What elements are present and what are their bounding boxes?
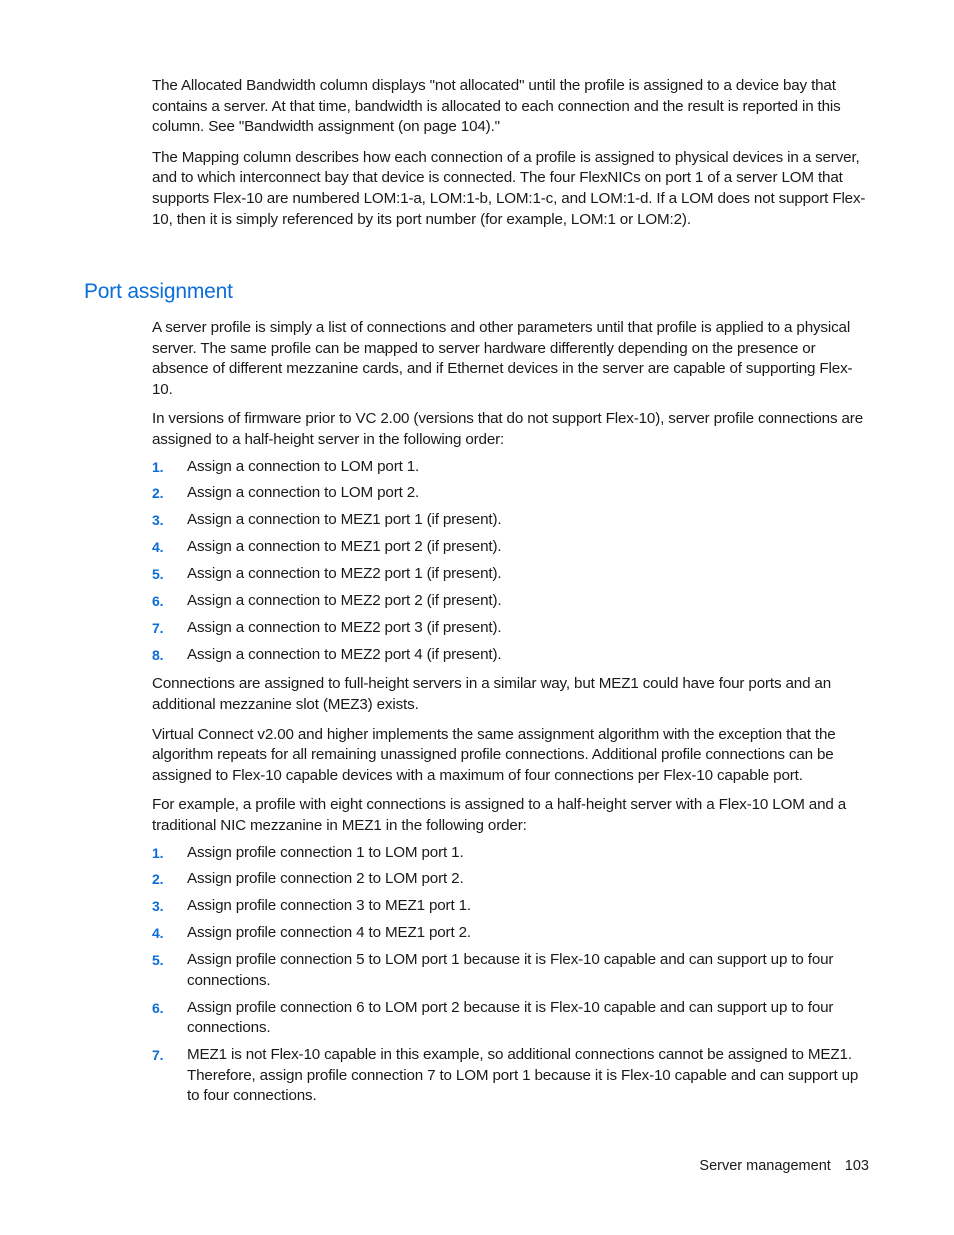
section-body: A server profile is simply a list of con… (152, 318, 870, 1107)
list-number: 3. (152, 898, 164, 915)
list-text: Assign profile connection 2 to LOM port … (187, 870, 464, 888)
list-item: 3. Assign a connection to MEZ1 port 1 (if… (152, 510, 870, 531)
list-text: Assign profile connection 5 to LOM port … (187, 951, 834, 989)
list-item: 3. Assign profile connection 3 to MEZ1 po… (152, 896, 870, 917)
list-number: 6. (152, 999, 164, 1016)
paragraph-vc-v2: Virtual Connect v2.00 and higher impleme… (152, 725, 836, 784)
list-item: 2. Assign profile connection 2 to LOM por… (152, 869, 870, 890)
list-number: 1. (152, 458, 164, 475)
legacy-order-list: 1. Assign a connection to LOM port 1. 2. A… (152, 457, 870, 666)
list-text: Assign a connection to MEZ1 port 2 (if p… (187, 538, 502, 556)
list-item: 1. Assign profile connection 1 to LOM por… (152, 843, 870, 864)
list-item: 5. Assign profile connection 5 to LOM por… (152, 950, 870, 991)
list-number: 2. (152, 485, 164, 502)
list-number: 7. (152, 1047, 164, 1064)
list-number: 1. (152, 844, 164, 861)
list-number: 5. (152, 952, 164, 969)
document-page: The Allocated Bandwidth column displays … (0, 0, 954, 1235)
list-number: 6. (152, 593, 164, 610)
list-number: 8. (152, 646, 164, 663)
list-item: 7. Assign a connection to MEZ2 port 3 (if… (152, 618, 870, 639)
paragraph-example: For example, a profile with eight connec… (152, 796, 847, 834)
list-text: Assign a connection to MEZ2 port 3 (if p… (187, 618, 502, 636)
list-item: 5. Assign a connection to MEZ2 port 1 (if… (152, 564, 870, 585)
flex10-order-list: 1. Assign profile connection 1 to LOM por… (152, 843, 870, 1107)
intro-paragraph-mapping: The Mapping column describes how each co… (152, 148, 866, 228)
list-number: 4. (152, 925, 164, 942)
list-number: 3. (152, 512, 164, 529)
section-title: Port assignment (84, 280, 233, 303)
page-number: 103 (844, 1158, 869, 1174)
list-text: Assign a connection to LOM port 2. (187, 484, 420, 502)
list-text: Assign a connection to MEZ2 port 2 (if p… (187, 592, 502, 610)
page-footer: Server management 103 (699, 1158, 869, 1174)
list-item: 7. MEZ1 is not Flex-10 capable in this ex… (152, 1045, 870, 1107)
list-item: 4. Assign a connection to MEZ1 port 2 (if… (152, 537, 870, 558)
list-item: 6. Assign a connection to MEZ2 port 2 (if… (152, 591, 870, 612)
list-item: 2. Assign a connection to LOM port 2. (152, 483, 870, 504)
paragraph-firmware-order: In versions of firmware prior to VC 2.00… (152, 410, 863, 448)
footer-chapter: Server management (699, 1158, 831, 1174)
list-text: Assign a connection to MEZ1 port 1 (if p… (187, 511, 502, 529)
intro-block: The Allocated Bandwidth column displays … (152, 76, 870, 230)
list-item: 4. Assign profile connection 4 to MEZ1 po… (152, 923, 870, 944)
list-number: 7. (152, 619, 164, 636)
list-text: Assign a connection to MEZ2 port 4 (if p… (187, 645, 502, 663)
list-number: 4. (152, 539, 164, 556)
list-number: 5. (152, 566, 164, 583)
list-text: Assign a connection to LOM port 1. (187, 457, 420, 475)
paragraph-full-height: Connections are assigned to full-height … (152, 675, 832, 713)
list-item: 6. Assign profile connection 6 to LOM por… (152, 998, 870, 1039)
list-text: Assign a connection to MEZ2 port 1 (if p… (187, 565, 502, 583)
list-item: 1. Assign a connection to LOM port 1. (152, 457, 870, 478)
list-number: 2. (152, 871, 164, 888)
list-text: Assign profile connection 4 to MEZ1 port… (187, 924, 471, 942)
list-text: MEZ1 is not Flex-10 capable in this exam… (187, 1046, 859, 1105)
list-item: 8. Assign a connection to MEZ2 port 4 (if… (152, 645, 870, 666)
list-text: Assign profile connection 6 to LOM port … (187, 998, 834, 1037)
list-text: Assign profile connection 3 to MEZ1 port… (187, 897, 471, 915)
intro-paragraph-bandwidth: The Allocated Bandwidth column displays … (152, 77, 841, 136)
paragraph-server-profile: A server profile is simply a list of con… (152, 319, 853, 398)
list-text: Assign profile connection 1 to LOM port … (187, 843, 464, 861)
